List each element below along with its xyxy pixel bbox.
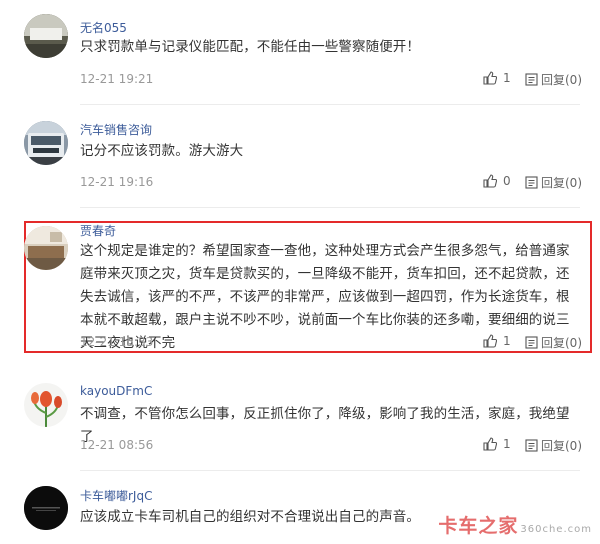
divider: [80, 104, 580, 105]
like-button[interactable]: 1: [483, 334, 511, 348]
divider: [80, 470, 580, 471]
avatar[interactable]: [24, 121, 68, 165]
watermark-brand: 卡车之家: [438, 515, 519, 537]
comment-icon: [525, 73, 538, 86]
room-avatar-image: [24, 226, 68, 270]
comment-icon: [525, 439, 538, 452]
comment-username[interactable]: 无名055: [80, 19, 127, 36]
watermark-logo: 卡车之家 360che.com: [438, 511, 592, 538]
watermark-domain: 360che.com: [520, 524, 592, 535]
reply-button[interactable]: 回复(0): [525, 174, 582, 191]
reply-label: 回复(0): [541, 336, 582, 350]
reply-button[interactable]: 回复(0): [525, 334, 582, 351]
avatar[interactable]: [24, 383, 68, 427]
thumbs-up-icon: [483, 71, 497, 85]
comment-icon: [525, 336, 538, 349]
divider: [80, 207, 580, 208]
like-button[interactable]: 1: [483, 71, 511, 85]
comment-username[interactable]: kayouDFmC: [80, 384, 152, 398]
reply-label: 回复(0): [541, 73, 582, 87]
thumbs-up-icon: [483, 174, 497, 188]
flower-avatar-image: [24, 383, 68, 427]
comment-text: 记分不应该罚款。游大游大: [80, 143, 244, 159]
like-button[interactable]: 1: [483, 437, 511, 451]
comment-time: 12-21 15:33: [80, 335, 154, 349]
reply-button[interactable]: 回复(0): [525, 71, 582, 88]
truck-avatar-image: [24, 121, 68, 165]
like-count: 1: [503, 437, 511, 451]
avatar[interactable]: [24, 14, 68, 58]
avatar[interactable]: [24, 226, 68, 270]
comment-time: 12-21 08:56: [80, 438, 154, 452]
comment-time: 12-21 19:16: [80, 175, 154, 189]
like-count: 1: [503, 71, 511, 85]
reply-label: 回复(0): [541, 176, 582, 190]
comment-username[interactable]: 卡车嘟嘟rJqC: [80, 487, 152, 504]
comment-username[interactable]: 贾春奇: [80, 222, 116, 239]
comment-time: 12-21 19:21: [80, 72, 154, 86]
like-button[interactable]: 0: [483, 174, 511, 188]
comment-text: 只求罚款单与记录仪能匹配，不能任由一些警察随便开！: [80, 39, 420, 55]
reply-button[interactable]: 回复(0): [525, 437, 582, 454]
avatar-image: [24, 14, 68, 58]
thumbs-up-icon: [483, 334, 497, 348]
dark-avatar-image: [24, 486, 68, 530]
comment-username[interactable]: 汽车销售咨询: [80, 121, 152, 138]
avatar[interactable]: [24, 486, 68, 530]
like-count: 0: [503, 174, 511, 188]
comment-icon: [525, 176, 538, 189]
reply-label: 回复(0): [541, 439, 582, 453]
thumbs-up-icon: [483, 437, 497, 451]
like-count: 1: [503, 334, 511, 348]
